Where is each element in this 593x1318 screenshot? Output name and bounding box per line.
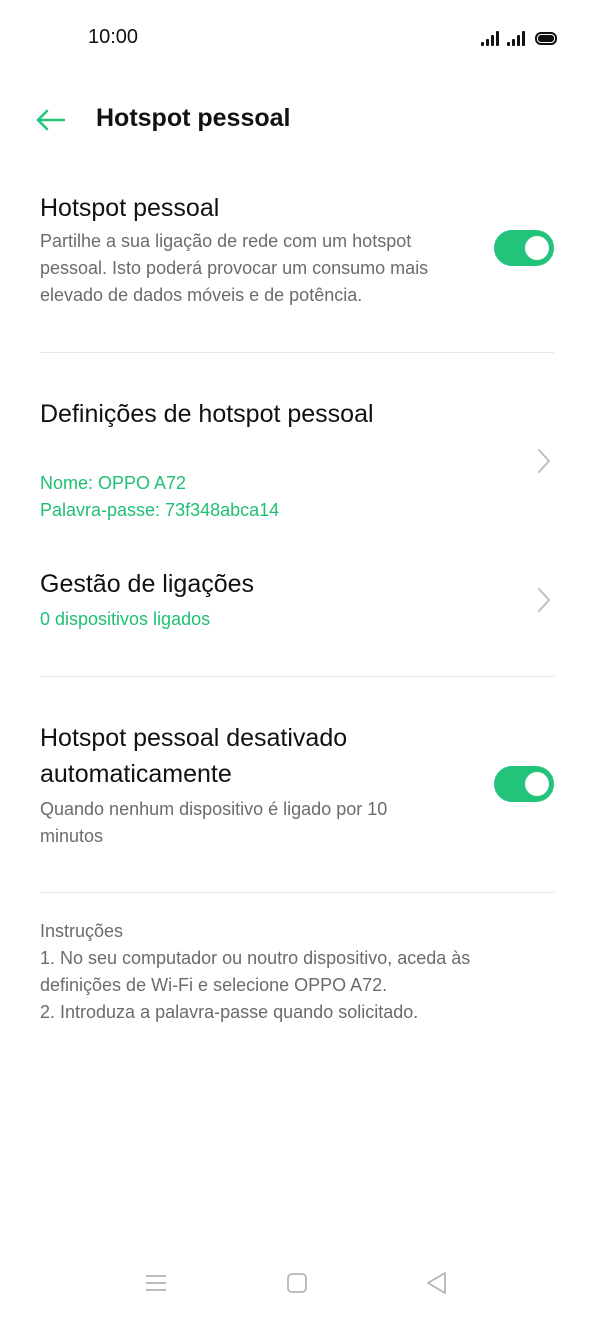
auto-off-toggle-row[interactable]: Hotspot pessoal desativado automaticamen… — [40, 720, 554, 860]
page-title: Hotspot pessoal — [96, 104, 291, 132]
status-bar: 10:00 — [0, 0, 593, 78]
home-button[interactable] — [282, 1270, 312, 1296]
recent-apps-button[interactable] — [141, 1270, 171, 1296]
instructions: Instruções 1. No seu computador ou noutr… — [40, 918, 554, 1026]
status-time: 10:00 — [88, 26, 139, 48]
chevron-right-icon — [538, 588, 550, 612]
hotspot-settings-row[interactable]: Definições de hotspot pessoal Nome: OPPO… — [40, 396, 554, 532]
battery-icon — [535, 32, 557, 45]
status-icons — [481, 28, 557, 46]
back-button[interactable] — [30, 100, 70, 140]
divider — [40, 892, 554, 893]
toggle-knob — [525, 772, 549, 796]
arrow-left-icon — [36, 109, 66, 131]
hotspot-description: Partilhe a sua ligação de rede com um ho… — [40, 231, 429, 305]
instruction-line: 1. No seu computador ou noutro dispositi… — [40, 948, 471, 995]
instruction-line: 2. Introduza a palavra-passe quando soli… — [40, 1002, 419, 1022]
hotspot-toggle[interactable] — [494, 230, 554, 266]
divider — [40, 676, 554, 677]
toggle-knob — [525, 236, 549, 260]
chevron-right-icon — [538, 449, 550, 473]
hotspot-name: Nome: OPPO A72 — [40, 473, 187, 493]
hotspot-password: Palavra-passe: 73f348abca14 — [40, 500, 280, 520]
connected-devices-count: 0 dispositivos ligados — [40, 609, 211, 629]
app-header: Hotspot pessoal — [0, 90, 593, 150]
hotspot-title: Hotspot pessoal — [40, 194, 220, 222]
connection-management-row[interactable]: Gestão de ligações 0 dispositivos ligado… — [40, 566, 554, 640]
back-triangle-icon — [427, 1272, 446, 1294]
back-nav-button[interactable] — [422, 1270, 452, 1296]
connection-management-title: Gestão de ligações — [40, 570, 255, 598]
navigation-bar — [0, 1258, 593, 1308]
signal-icon-2 — [507, 30, 525, 46]
auto-off-title-line1: Hotspot pessoal desativado — [40, 724, 348, 752]
instructions-heading: Instruções — [40, 921, 124, 941]
hotspot-settings-title: Definições de hotspot pessoal — [40, 400, 374, 428]
divider — [40, 352, 554, 353]
auto-off-toggle[interactable] — [494, 766, 554, 802]
auto-off-description: Quando nenhum dispositivo é ligado por 1… — [40, 799, 388, 846]
hotspot-toggle-row[interactable]: Hotspot pessoal Partilhe a sua ligação d… — [40, 190, 554, 320]
signal-icon — [481, 30, 499, 46]
auto-off-title-line2: automaticamente — [40, 760, 232, 788]
home-icon — [287, 1273, 307, 1293]
menu-icon — [146, 1275, 166, 1291]
